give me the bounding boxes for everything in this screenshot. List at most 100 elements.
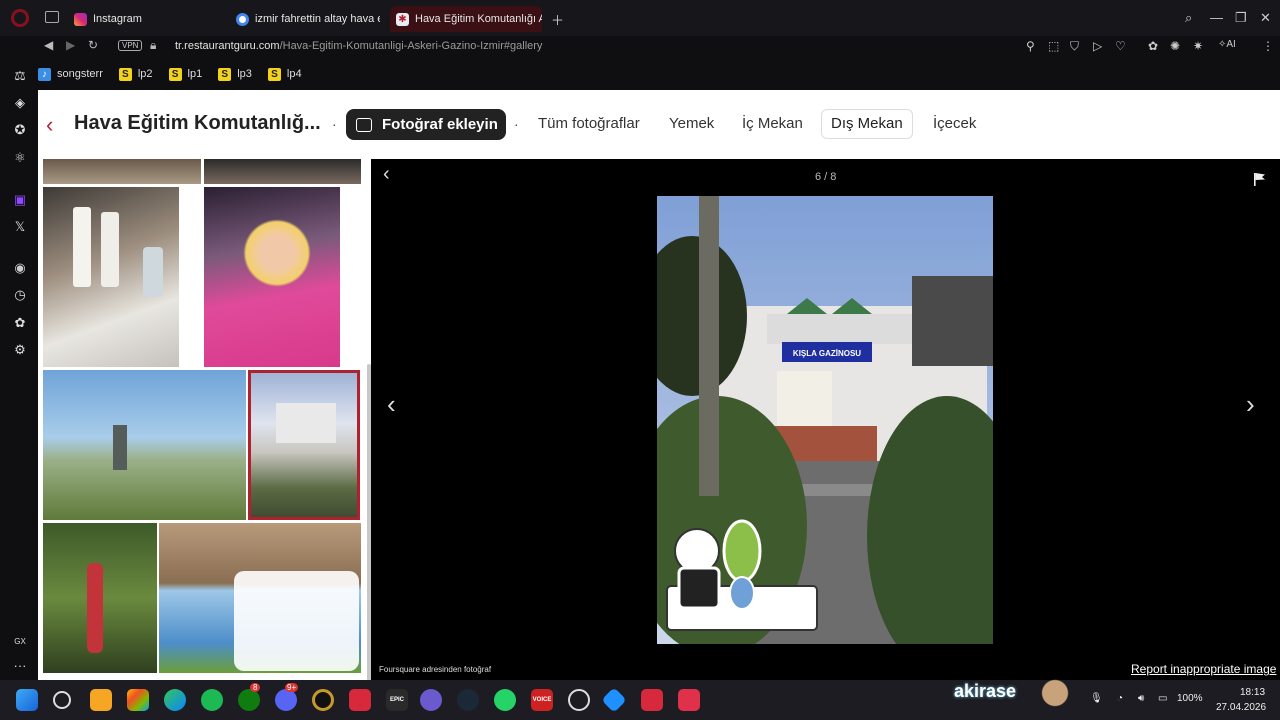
tab-drinks[interactable]: İçecek [933, 115, 976, 132]
twitch-icon[interactable]: ▣ [12, 192, 28, 208]
reload-icon[interactable]: ↻ [88, 38, 98, 52]
gallery-thumbnail[interactable] [43, 187, 179, 367]
previous-photo-icon[interactable]: ‹ [387, 389, 396, 420]
cat-sticker-icon [1040, 676, 1070, 710]
opera-gx-icon[interactable] [312, 689, 334, 711]
bookmark-lp4[interactable]: S lp4 [267, 67, 302, 81]
extension-icon[interactable]: ✷ [1193, 39, 1203, 53]
clock-date[interactable]: 27.04.2026 [1216, 702, 1266, 713]
pin-icon[interactable]: ⚲ [1026, 39, 1035, 53]
atom-icon[interactable]: ⚛ [12, 150, 28, 166]
edge-icon[interactable] [164, 689, 186, 711]
brave-icon[interactable] [90, 689, 112, 711]
shield-icon[interactable]: ⛉ [1070, 39, 1079, 54]
xbox-icon[interactable]: 8 [238, 683, 261, 711]
bookmark-lp2[interactable]: S lp2 [118, 67, 153, 81]
history-icon[interactable]: ◷ [12, 287, 28, 303]
url-path: /Hava-Egitim-Komutanligi-Askeri-Gazino-I… [279, 40, 543, 52]
extension-icon[interactable]: ✿ [1148, 39, 1158, 53]
new-tab-icon[interactable]: ＋ [551, 10, 564, 29]
tab-exterior[interactable]: Dış Mekan [821, 109, 913, 139]
gx-label[interactable]: GX [12, 634, 28, 650]
close-viewer-chevron-icon[interactable]: ‹ [383, 163, 390, 186]
vpn-badge[interactable]: VPN [118, 40, 143, 51]
microphone-icon[interactable]: 🎙︎ [1090, 693, 1103, 704]
volume-icon[interactable]: 🔊︎ [1138, 693, 1144, 704]
gx-corner-icon[interactable]: ◈ [12, 95, 28, 111]
restaurant-name[interactable]: Hava Eğitim Komutanlığ... [74, 112, 321, 135]
gallery-thumbnail[interactable] [43, 523, 157, 673]
address-bar: ◀ ▶ ↻ VPN 🔒︎ tr.restaurantguru.com/Hava-… [38, 36, 1280, 58]
close-icon[interactable]: ✕ [1260, 10, 1271, 26]
menu-icon[interactable]: ⋮ [1262, 39, 1274, 53]
whatsapp-icon[interactable] [494, 689, 516, 711]
bookmark-lp1[interactable]: S lp1 [168, 67, 202, 81]
url-field[interactable]: tr.restaurantguru.com/Hava-Egitim-Komuta… [175, 40, 542, 52]
aria-ai-button[interactable]: ✧AI [1218, 39, 1236, 50]
report-flag-icon[interactable] [1254, 173, 1265, 186]
minimize-icon[interactable]: — [1210, 10, 1223, 25]
bookmark-s-icon: S [218, 67, 232, 81]
osu-icon[interactable] [568, 689, 590, 711]
battery-percentage: 100% [1177, 693, 1203, 704]
add-photo-button[interactable]: Fotoğraf ekleyin [346, 109, 506, 140]
search-icon[interactable] [53, 691, 71, 709]
gallery-thumbnail[interactable] [43, 159, 201, 184]
extensions-icon[interactable]: ✿ [12, 315, 28, 331]
tab-interior[interactable]: İç Mekan [742, 115, 803, 132]
forward-icon[interactable]: ▶ [66, 38, 75, 52]
app-icon[interactable] [349, 689, 371, 711]
search-tabs-icon[interactable]: ⌕ [1185, 10, 1192, 26]
tab-instagram[interactable]: Instagram [68, 6, 228, 32]
opera-logo-icon[interactable] [11, 9, 29, 27]
app-icon[interactable] [641, 689, 663, 711]
voicemeeter-icon[interactable]: VOICE [531, 689, 553, 711]
app-icon[interactable] [678, 689, 700, 711]
tab-bar: Instagram izmir fahrettin altay hava e ✱… [0, 0, 1280, 36]
windows-start-icon[interactable] [16, 689, 38, 711]
steam-icon[interactable] [457, 689, 479, 711]
gallery-thumbnail[interactable] [43, 370, 246, 520]
gallery-thumbnail[interactable] [204, 187, 340, 367]
more-icon[interactable]: ··· [12, 658, 28, 674]
spotify-icon[interactable] [201, 689, 223, 711]
gallery-thumbnail[interactable] [204, 159, 361, 184]
settings-gear-icon[interactable]: ⚙ [12, 342, 28, 358]
lock-icon[interactable]: 🔒︎ [150, 38, 156, 53]
tab-food[interactable]: Yemek [669, 115, 714, 132]
bookmark-label: lp2 [137, 68, 153, 80]
extension-icon[interactable]: ✺ [1170, 39, 1180, 53]
kodi-icon[interactable] [601, 687, 627, 713]
restore-icon[interactable]: ❐ [1235, 10, 1247, 26]
heart-icon[interactable]: ♡ [1115, 39, 1126, 53]
next-photo-icon[interactable]: › [1246, 389, 1255, 420]
back-icon[interactable]: ◀ [44, 38, 53, 52]
gallery-thumbnail[interactable] [159, 523, 361, 673]
bookmark-lp3[interactable]: S lp3 [218, 67, 252, 81]
report-image-link[interactable]: Report inappropriate image [1131, 662, 1276, 676]
bookmark-songsterr[interactable]: ♪ songsterr [38, 67, 103, 81]
speed-dial-icon[interactable]: ⚖ [12, 68, 28, 84]
epic-games-icon[interactable]: EPIC [386, 689, 408, 711]
add-photo-label: Fotoğraf ekleyin [382, 116, 498, 133]
tab-restaurant-guru[interactable]: ✱ Hava Eğitim Komutanlığı A [390, 6, 542, 32]
x-icon[interactable]: 𝕏 [12, 219, 28, 235]
tab-label: Hava Eğitim Komutanlığı A [415, 13, 542, 25]
gallery-thumbnail-selected[interactable] [248, 370, 360, 520]
photo-credit: Foursquare adresinden fotoğraf [379, 665, 492, 674]
spotify-icon[interactable]: ◉ [12, 260, 28, 276]
tab-all-photos[interactable]: Tüm fotoğraflar [538, 115, 640, 132]
snapshot-icon[interactable]: ⬚ [1048, 39, 1059, 53]
battery-icon[interactable]: ▭ [1158, 693, 1167, 704]
copilot-icon[interactable] [127, 689, 149, 711]
akirase-widget[interactable]: akirase [954, 681, 1016, 702]
clock-time[interactable]: 18:13 [1240, 687, 1265, 698]
cleaner-icon[interactable]: ✪ [12, 122, 28, 138]
back-chevron-icon[interactable]: ‹ [46, 112, 53, 138]
play-icon[interactable]: ▷ [1093, 39, 1102, 53]
tab-google-search[interactable]: izmir fahrettin altay hava e [230, 6, 380, 32]
tab-islands-icon[interactable] [45, 11, 59, 23]
discord-icon[interactable]: 9+ [275, 683, 299, 711]
wifi-icon[interactable]: ◔ [1117, 693, 1123, 704]
media-player-icon[interactable] [420, 689, 442, 711]
